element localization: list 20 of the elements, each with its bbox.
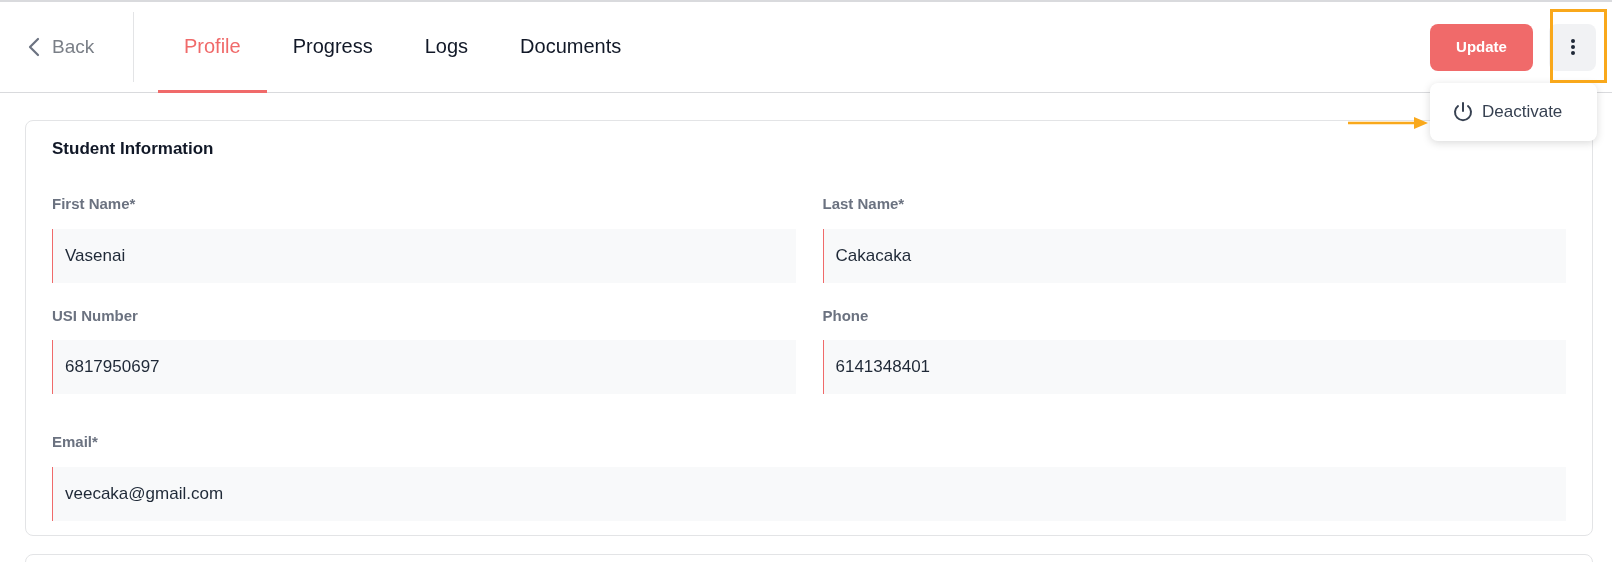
back-link[interactable]: Back <box>0 12 134 82</box>
field-label: Last Name* <box>822 194 906 215</box>
input-field[interactable]: Vasenai <box>52 228 796 283</box>
field-label: Phone <box>822 305 870 326</box>
input-field[interactable]: veecaka@gmail.com <box>52 466 1566 521</box>
menu-item[interactable]: Deactivate <box>1430 83 1597 141</box>
field-label: USI Number <box>52 305 139 326</box>
tab[interactable]: Logs <box>398 1 495 93</box>
more-vertical-icon <box>1569 38 1576 56</box>
card-title: Student Information <box>52 139 215 160</box>
field-label: First Name* <box>52 194 137 215</box>
more-menu-button[interactable] <box>1549 23 1596 71</box>
input-field[interactable]: 6817950697 <box>52 340 796 395</box>
tab[interactable]: Progress <box>266 1 399 93</box>
power-icon <box>1452 101 1474 123</box>
field-label: Email* <box>52 432 99 453</box>
input-field[interactable]: Cakacaka <box>822 228 1566 283</box>
chevron-left-icon <box>28 37 40 57</box>
tab[interactable]: Documents <box>494 1 648 93</box>
input-field[interactable]: 6141348401 <box>822 340 1566 395</box>
